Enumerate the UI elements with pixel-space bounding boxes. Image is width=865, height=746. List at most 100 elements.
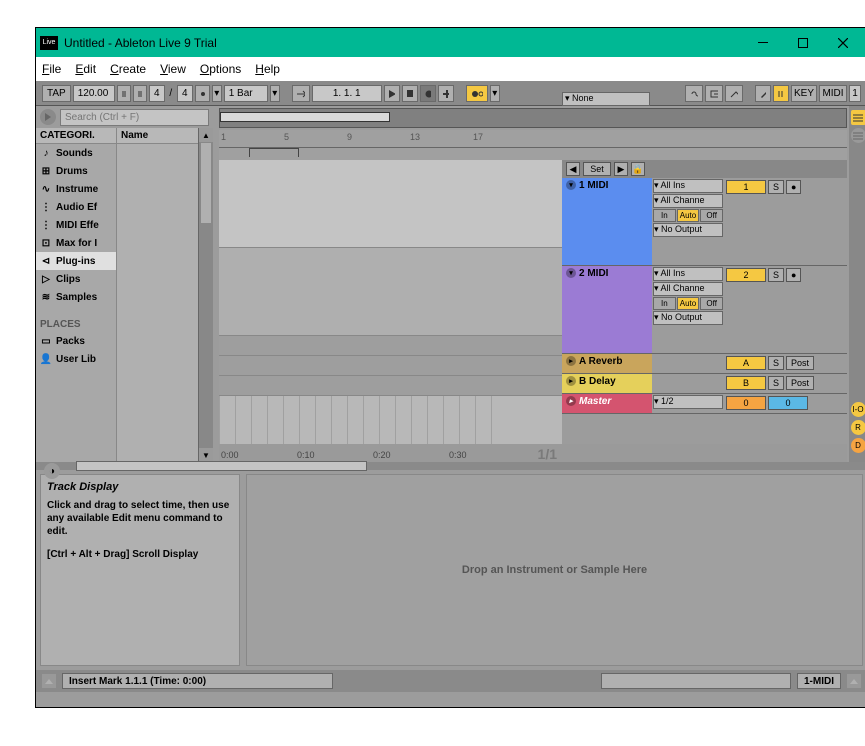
sig-den[interactable]: 4 [177, 85, 193, 102]
solo-b[interactable]: S [768, 376, 784, 390]
minimize-button[interactable] [743, 29, 783, 57]
menu-edit[interactable]: Edit [75, 62, 96, 76]
menu-view[interactable]: View [160, 62, 186, 76]
draw-mode-button[interactable] [755, 85, 771, 102]
tap-button[interactable]: TAP [42, 85, 71, 102]
fold-icon[interactable]: ▸ [566, 356, 576, 366]
cat-sounds[interactable]: ♪Sounds [36, 144, 116, 162]
computer-midi-button[interactable] [773, 85, 789, 102]
metronome-button[interactable] [195, 85, 210, 102]
quantize-dropdown[interactable]: ▾ [270, 85, 280, 102]
position-field[interactable]: 1. 1. 1 [312, 85, 382, 102]
scroll-down-icon[interactable]: ▼ [199, 448, 213, 462]
overdub-button[interactable] [438, 85, 454, 102]
cat-instruments[interactable]: ∿Instrume [36, 180, 116, 198]
place-user-lib[interactable]: 👤User Lib [36, 350, 116, 368]
tempo-nudge-up[interactable] [133, 85, 147, 102]
arm-button-1[interactable]: ● [786, 180, 801, 194]
punch-in-button[interactable] [705, 85, 723, 102]
master-out-select[interactable]: ▾ 1/2 [653, 395, 723, 409]
metro-dropdown[interactable]: ▾ [212, 85, 222, 102]
fold-icon[interactable]: ▸ [566, 396, 576, 406]
track-master[interactable]: ▸Master ▾ 1/2 0 0 [562, 394, 847, 414]
set-locator-button[interactable]: Set [583, 162, 611, 176]
tempo-nudge-down[interactable] [117, 85, 131, 102]
track-2-midi[interactable]: ▾2 MIDI ▾ All Ins ▾ All Channe InAutoOff… [562, 266, 847, 354]
session-view-toggle[interactable] [851, 110, 865, 125]
sig-num[interactable]: 4 [149, 85, 165, 102]
quantize-field[interactable]: 1 Bar [224, 85, 268, 102]
stop-button[interactable] [402, 85, 418, 102]
play-button[interactable] [384, 85, 400, 102]
post-a[interactable]: Post [786, 356, 814, 370]
divider-grip-icon[interactable]: ◑ [44, 463, 60, 479]
midi-output-select-2[interactable]: ▾ No Output [653, 311, 723, 325]
monitor-in-2[interactable]: In [653, 297, 676, 310]
midi-input-select-2[interactable]: ▾ All Ins [653, 267, 723, 281]
scroll-up-icon[interactable]: ▲ [199, 128, 213, 142]
follow-button[interactable] [292, 85, 310, 102]
post-b[interactable]: Post [786, 376, 814, 390]
midi-input-select[interactable]: ▾ All Ins [653, 179, 723, 193]
cat-plugins[interactable]: ⊲Plug-ins [36, 252, 116, 270]
crossfade-slider[interactable] [76, 461, 367, 471]
menu-file[interactable]: File [42, 62, 61, 76]
menu-options[interactable]: Options [200, 62, 241, 76]
horizontal-divider[interactable]: ◑ [36, 462, 865, 470]
arrangement-view-toggle[interactable] [851, 128, 865, 143]
cat-samples[interactable]: ≋Samples [36, 288, 116, 306]
clip-area[interactable] [219, 160, 562, 444]
status-expand-right[interactable] [847, 674, 861, 688]
fold-icon[interactable]: ▸ [566, 376, 576, 386]
track-activator-a[interactable]: A [726, 356, 766, 370]
cat-clips[interactable]: ▷Clips [36, 270, 116, 288]
master-vol-b[interactable]: 0 [768, 396, 808, 410]
midi-output-select[interactable]: ▾ No Output [653, 223, 723, 237]
track-delay[interactable]: ▸B Delay B S Post [562, 374, 847, 394]
track-activator-2[interactable]: 2 [726, 268, 766, 282]
solo-button-1[interactable]: S [768, 180, 784, 194]
return-toggle[interactable]: R [851, 420, 865, 435]
punch-out-button[interactable] [725, 85, 743, 102]
menu-create[interactable]: Create [110, 62, 146, 76]
tempo-field[interactable]: 120.00 [73, 85, 115, 102]
device-select-1[interactable]: ▾ None [562, 92, 650, 106]
solo-a[interactable]: S [768, 356, 784, 370]
loop-button[interactable] [685, 85, 703, 102]
time-ruler[interactable]: 1/1 0:00 0:10 0:20 0:30 [219, 444, 847, 462]
browser-scrollbar[interactable]: ▲ ▼ [198, 128, 213, 462]
track-reverb[interactable]: ▸A Reverb A S Post [562, 354, 847, 374]
fold-icon[interactable]: ▾ [566, 180, 576, 190]
cat-max-for-live[interactable]: ⊡Max for I [36, 234, 116, 252]
key-button[interactable]: KEY [791, 85, 817, 102]
record-button[interactable] [420, 85, 436, 102]
master-vol-a[interactable]: 0 [726, 396, 766, 410]
track-activator-1[interactable]: 1 [726, 180, 766, 194]
status-expand-left[interactable] [42, 674, 56, 688]
session-rec-button[interactable] [466, 85, 488, 102]
monitor-auto[interactable]: Auto [677, 209, 700, 222]
cat-midi-effects[interactable]: ⋮MIDI Effe [36, 216, 116, 234]
close-button[interactable] [823, 29, 863, 57]
loop-brace[interactable] [219, 148, 847, 160]
arm-button-2[interactable]: ● [786, 268, 801, 282]
device-drop-area[interactable]: Drop an Instrument or Sample Here [246, 474, 863, 666]
overview-strip[interactable] [219, 108, 847, 128]
midi-channel-select[interactable]: ▾ All Channe [653, 194, 723, 208]
locator-prev-button[interactable]: ◀ [566, 162, 580, 176]
delay-toggle[interactable]: D [851, 438, 865, 453]
menu-help[interactable]: Help [255, 62, 280, 76]
maximize-button[interactable] [783, 29, 823, 57]
lock-icon[interactable]: 🔒 [631, 162, 645, 176]
cat-drums[interactable]: ⊞Drums [36, 162, 116, 180]
io-toggle[interactable]: I-O [851, 402, 865, 417]
monitor-off[interactable]: Off [700, 209, 723, 222]
cat-audio-effects[interactable]: ⋮Audio Ef [36, 198, 116, 216]
monitor-off-2[interactable]: Off [700, 297, 723, 310]
search-input[interactable] [60, 109, 209, 126]
midi-channel-select-2[interactable]: ▾ All Channe [653, 282, 723, 296]
track-1-midi[interactable]: ▾1 MIDI ▾ All Ins ▾ All Channe InAutoOff… [562, 178, 847, 266]
fold-icon[interactable]: ▾ [566, 268, 576, 278]
monitor-in[interactable]: In [653, 209, 676, 222]
re-enable-dropdown[interactable]: ▾ [490, 85, 500, 102]
